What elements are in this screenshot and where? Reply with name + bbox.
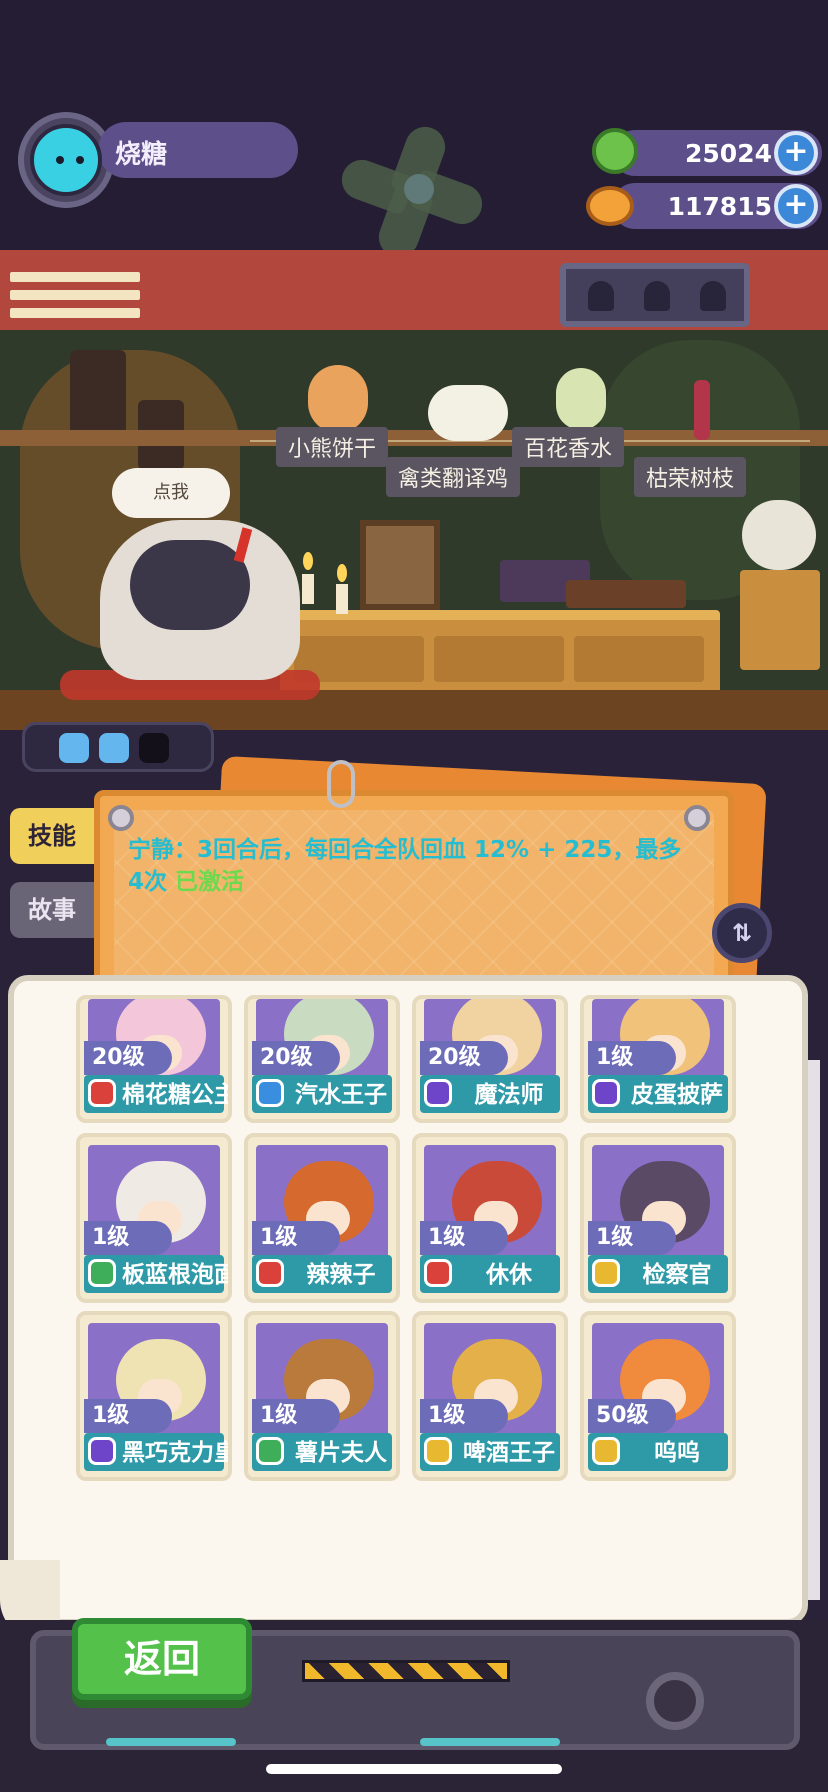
paper-clip-icon xyxy=(327,760,355,808)
energy-token-empty-icon xyxy=(139,733,169,763)
class-shield-icon xyxy=(592,1259,620,1287)
shelf-label-perfume[interactable]: 百花香水 xyxy=(512,427,625,467)
character-card[interactable]: 50级呜呜 xyxy=(580,1311,736,1481)
level-badge: 1级 xyxy=(84,1399,172,1433)
candle-icon xyxy=(302,574,314,604)
character-card[interactable]: 20级汽水王子 xyxy=(244,995,400,1123)
cat-face-icon[interactable] xyxy=(30,124,102,196)
level-badge: 50级 xyxy=(588,1399,676,1433)
character-name: 皮蛋披萨 xyxy=(631,1082,723,1108)
class-shield-icon xyxy=(256,1259,284,1287)
character-name: 辣辣子 xyxy=(306,1262,376,1288)
level-badge: 1级 xyxy=(84,1221,172,1255)
class-shield-icon xyxy=(88,1437,116,1465)
character-card[interactable]: 1级辣辣子 xyxy=(244,1133,400,1303)
side-table xyxy=(740,570,820,670)
character-card[interactable]: 20级棉花糖公主 xyxy=(76,995,232,1123)
class-shield-icon xyxy=(256,1079,284,1107)
flame-icon xyxy=(303,552,313,570)
level-badge: 20级 xyxy=(84,1041,172,1075)
class-shield-icon xyxy=(592,1437,620,1465)
shopkeeper-hair xyxy=(130,540,250,630)
character-name: 汽水王子 xyxy=(295,1082,387,1108)
skull-decoration xyxy=(742,500,816,570)
gauge-icon xyxy=(646,1672,704,1730)
class-shield-icon xyxy=(256,1437,284,1465)
level-badge: 20级 xyxy=(420,1041,508,1075)
level-badge: 1级 xyxy=(588,1041,676,1075)
teal-strip xyxy=(106,1738,236,1746)
class-shield-icon xyxy=(424,1259,452,1287)
character-card[interactable]: 1级啤酒王子 xyxy=(412,1311,568,1481)
character-name: 薯片夫人 xyxy=(295,1440,387,1466)
currency-value: 25024 xyxy=(685,139,772,168)
shelf-label-chicken[interactable]: 禽类翻译鸡 xyxy=(386,457,521,497)
faded-page-text xyxy=(170,1514,750,1538)
flame-icon xyxy=(337,564,347,582)
level-badge: 1级 xyxy=(252,1399,340,1433)
teal-strip xyxy=(420,1738,560,1746)
character-card[interactable]: 1级检察官 xyxy=(580,1133,736,1303)
tab-skill[interactable]: 技能 xyxy=(10,808,94,864)
energy-token-icon xyxy=(59,733,89,763)
home-indicator[interactable] xyxy=(266,1764,562,1774)
character-name: 板蓝根泡面 xyxy=(122,1262,232,1288)
chicken-item[interactable] xyxy=(428,385,508,441)
ghost-sign xyxy=(560,263,750,327)
bolt-icon xyxy=(684,805,710,831)
character-card[interactable]: 1级板蓝根泡面 xyxy=(76,1133,232,1303)
branch-item[interactable] xyxy=(694,380,710,440)
photo-frame xyxy=(360,520,440,610)
character-name: 黑巧克力皇后 xyxy=(122,1440,228,1466)
character-card[interactable]: 1级休休 xyxy=(412,1133,568,1303)
character-name: 呜呜 xyxy=(654,1440,700,1466)
shelf-label-branch[interactable]: 枯荣树枝 xyxy=(634,457,747,497)
level-badge: 1级 xyxy=(420,1221,508,1255)
character-card[interactable]: 1级薯片夫人 xyxy=(244,1311,400,1481)
skill-status: 已激活 xyxy=(175,869,245,895)
bolt-icon xyxy=(108,805,134,831)
class-shield-icon xyxy=(424,1079,452,1107)
flower-perfume-item[interactable] xyxy=(556,368,606,430)
level-badge: 20级 xyxy=(252,1041,340,1075)
level-badge: 1级 xyxy=(252,1221,340,1255)
character-card[interactable]: 1级皮蛋披萨 xyxy=(580,995,736,1123)
add-green-coin-button[interactable]: + xyxy=(774,131,818,175)
hazard-stripe xyxy=(302,1660,510,1682)
class-shield-icon xyxy=(88,1079,116,1107)
shop-counter xyxy=(280,610,720,700)
windmill-decoration xyxy=(336,121,488,263)
add-planet-coin-button[interactable]: + xyxy=(774,184,818,228)
player-name: 烧糖 xyxy=(115,140,168,170)
level-badge: 1级 xyxy=(420,1399,508,1433)
energy-token-icon xyxy=(99,733,129,763)
character-card[interactable]: 1级黑巧克力皇后 xyxy=(76,1311,232,1481)
skill-description: 宁静：3回合后，每回合全队回血 12% + 225，最多4次 已激活 xyxy=(128,834,688,898)
swap-button[interactable]: ⇅ xyxy=(712,903,772,963)
class-shield-icon xyxy=(88,1259,116,1287)
back-button[interactable]: 返回 xyxy=(72,1618,252,1700)
character-name: 魔法师 xyxy=(474,1082,544,1108)
energy-token-bar xyxy=(22,722,214,772)
class-shield-icon xyxy=(592,1079,620,1107)
candle-icon xyxy=(336,584,348,614)
shelf-label-bear[interactable]: 小熊饼干 xyxy=(276,427,389,467)
currency-value: 117815 xyxy=(667,192,772,221)
wooden-box xyxy=(566,580,686,608)
character-card[interactable]: 20级魔法师 xyxy=(412,995,568,1123)
character-name: 棉花糖公主 xyxy=(122,1082,232,1108)
speech-bubble[interactable]: 点我 xyxy=(112,468,230,518)
character-name: 休休 xyxy=(486,1262,532,1288)
character-name: 啤酒王子 xyxy=(463,1440,555,1466)
teddy-bear-item[interactable] xyxy=(308,365,368,433)
level-badge: 1级 xyxy=(588,1221,676,1255)
tab-story[interactable]: 故事 xyxy=(10,882,94,938)
class-shield-icon xyxy=(424,1437,452,1465)
character-name: 检察官 xyxy=(642,1262,712,1288)
